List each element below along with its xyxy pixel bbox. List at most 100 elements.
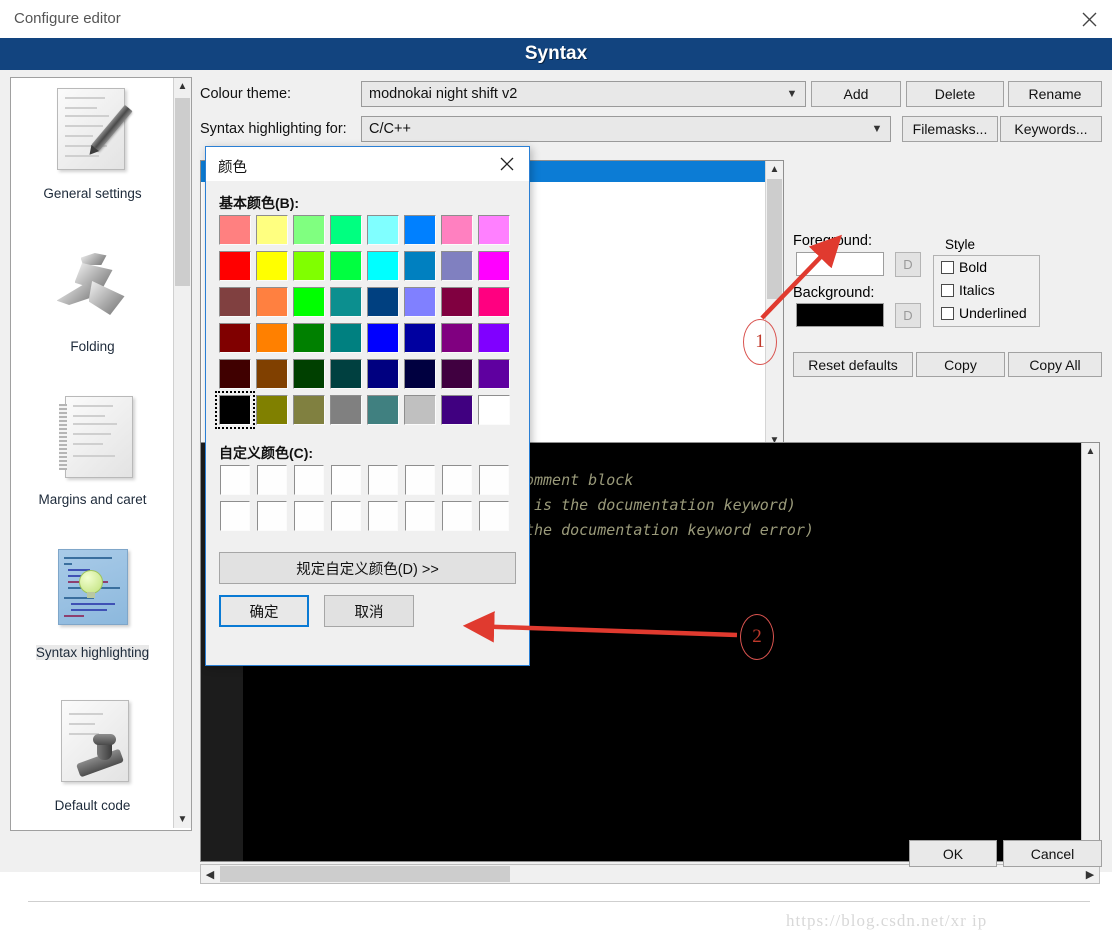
define-custom-colors-button[interactable]: 规定自定义颜色(D) >> (219, 552, 516, 584)
custom-color-swatch[interactable] (294, 465, 324, 495)
sidebar-item-syntax-highlighting[interactable]: Syntax highlighting (11, 537, 174, 690)
basic-color-swatch[interactable] (256, 287, 288, 317)
basic-color-swatch[interactable] (404, 395, 436, 425)
custom-color-swatch[interactable] (331, 465, 361, 495)
ok-button[interactable]: OK (909, 840, 997, 867)
code-preview-scrollbar[interactable]: ▲ ▼ (1081, 443, 1099, 861)
sidebar-scrollbar-thumb[interactable] (175, 98, 190, 286)
basic-color-swatch[interactable] (441, 287, 473, 317)
custom-color-swatch[interactable] (331, 501, 361, 531)
copy-all-button[interactable]: Copy All (1008, 352, 1102, 377)
basic-color-swatch[interactable] (330, 323, 362, 353)
custom-color-swatch[interactable] (479, 465, 509, 495)
colour-theme-select[interactable]: modnokai night shift v2 ▼ (361, 81, 806, 107)
bold-checkbox[interactable]: Bold (941, 259, 987, 275)
basic-color-swatch[interactable] (441, 323, 473, 353)
keywords-button[interactable]: Keywords... (1000, 116, 1102, 142)
checkbox-box[interactable] (941, 306, 954, 320)
sidebar-item-default-code[interactable]: Default code (11, 690, 174, 830)
basic-color-swatch[interactable] (256, 251, 288, 281)
basic-color-swatch[interactable] (256, 215, 288, 245)
chevron-down-icon[interactable]: ▼ (779, 88, 805, 100)
basic-color-swatch[interactable] (367, 215, 399, 245)
foreground-color-swatch[interactable] (796, 252, 884, 276)
basic-color-swatch[interactable] (404, 359, 436, 389)
sidebar-item-margins-and-caret[interactable]: Margins and caret (11, 384, 174, 537)
custom-color-swatch[interactable] (405, 501, 435, 531)
custom-color-swatch[interactable] (294, 501, 324, 531)
sidebar-item-folding[interactable]: Folding (11, 231, 174, 384)
close-icon[interactable] (1066, 0, 1112, 38)
basic-color-swatch[interactable] (219, 215, 251, 245)
copy-button[interactable]: Copy (916, 352, 1005, 377)
checkbox-box[interactable] (941, 283, 954, 297)
basic-color-swatch[interactable] (367, 359, 399, 389)
basic-color-swatch[interactable] (293, 323, 325, 353)
basic-color-swatch[interactable] (215, 391, 255, 429)
custom-color-swatch[interactable] (220, 465, 250, 495)
custom-color-swatch[interactable] (442, 465, 472, 495)
basic-color-swatch[interactable] (293, 251, 325, 281)
filemasks-button[interactable]: Filemasks... (902, 116, 998, 142)
settings-category-list[interactable]: General settings Folding Margins and car… (10, 77, 192, 831)
basic-color-swatch[interactable] (219, 323, 251, 353)
cancel-button[interactable]: Cancel (1003, 840, 1102, 867)
chevron-right-icon[interactable]: ▶ (1081, 865, 1099, 883)
basic-color-swatch[interactable] (404, 215, 436, 245)
basic-color-swatch[interactable] (256, 359, 288, 389)
basic-color-swatch[interactable] (367, 287, 399, 317)
delete-theme-button[interactable]: Delete (906, 81, 1004, 107)
basic-color-swatch[interactable] (441, 251, 473, 281)
basic-color-swatch[interactable] (219, 251, 251, 281)
basic-color-swatch[interactable] (367, 251, 399, 281)
custom-color-swatch[interactable] (257, 465, 287, 495)
basic-color-swatch[interactable] (441, 215, 473, 245)
basic-color-swatch[interactable] (330, 359, 362, 389)
custom-color-swatch[interactable] (257, 501, 287, 531)
basic-color-swatch[interactable] (478, 395, 510, 425)
chevron-left-icon[interactable]: ◀ (201, 865, 219, 883)
code-hscrollbar-thumb[interactable] (220, 866, 510, 882)
sidebar-scrollbar[interactable]: ▲ ▼ (173, 78, 191, 828)
color-dialog-cancel-button[interactable]: 取消 (324, 595, 414, 627)
basic-color-swatch[interactable] (404, 251, 436, 281)
color-picker-dialog[interactable]: 颜色 基本颜色(B): 自定义颜色(C): 规定自定义颜色(D) >> 确定 取… (205, 146, 530, 666)
basic-color-swatch[interactable] (441, 395, 473, 425)
chevron-up-icon[interactable]: ▲ (174, 78, 191, 95)
basic-color-swatch[interactable] (367, 323, 399, 353)
italics-checkbox[interactable]: Italics (941, 282, 995, 298)
checkbox-box[interactable] (941, 260, 954, 274)
basic-color-swatch[interactable] (330, 287, 362, 317)
custom-color-swatch[interactable] (220, 501, 250, 531)
basic-color-swatch[interactable] (330, 251, 362, 281)
basic-color-swatch[interactable] (256, 395, 288, 425)
chevron-up-icon[interactable]: ▲ (766, 161, 783, 178)
custom-color-swatch[interactable] (368, 501, 398, 531)
syntax-language-select[interactable]: C/C++ ▼ (361, 116, 891, 142)
background-default-button[interactable]: D (895, 303, 921, 328)
rename-theme-button[interactable]: Rename (1008, 81, 1102, 107)
chevron-down-icon[interactable]: ▼ (174, 811, 191, 828)
foreground-default-button[interactable]: D (895, 252, 921, 277)
listbox-scrollbar[interactable]: ▲ ▼ (765, 161, 783, 449)
close-icon[interactable] (485, 147, 529, 181)
basic-color-swatch[interactable] (404, 287, 436, 317)
basic-color-swatch[interactable] (478, 251, 510, 281)
basic-color-swatch[interactable] (478, 323, 510, 353)
basic-color-swatch[interactable] (478, 359, 510, 389)
underlined-checkbox[interactable]: Underlined (941, 305, 1027, 321)
basic-color-swatch[interactable] (219, 287, 251, 317)
reset-defaults-button[interactable]: Reset defaults (793, 352, 913, 377)
basic-color-swatch[interactable] (330, 395, 362, 425)
basic-color-swatch[interactable] (404, 323, 436, 353)
sidebar-item-general-settings[interactable]: General settings (11, 78, 174, 231)
basic-color-swatch[interactable] (441, 359, 473, 389)
code-preview-hscrollbar[interactable]: ◀ ▶ (200, 864, 1100, 884)
basic-color-swatch[interactable] (293, 215, 325, 245)
basic-color-swatch[interactable] (256, 323, 288, 353)
custom-color-swatch[interactable] (368, 465, 398, 495)
basic-color-swatch[interactable] (293, 287, 325, 317)
chevron-up-icon[interactable]: ▲ (1082, 443, 1099, 460)
custom-color-swatch[interactable] (442, 501, 472, 531)
custom-color-swatch[interactable] (405, 465, 435, 495)
